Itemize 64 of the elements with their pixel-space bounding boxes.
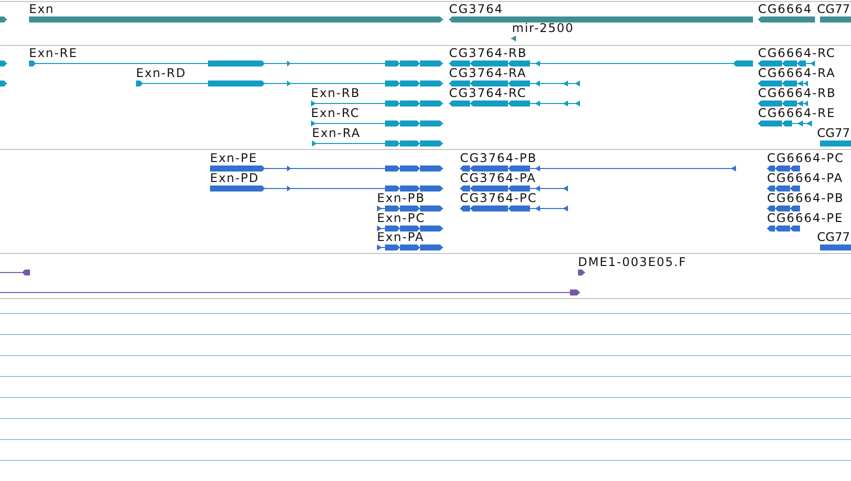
- feature-label: CG3764: [449, 2, 504, 16]
- transcript-glyph[interactable]: [758, 120, 812, 126]
- transcript-glyph[interactable]: [312, 140, 444, 146]
- feature-label: Exn-PD: [210, 171, 260, 185]
- feature-label: CG6664-PA: [767, 171, 844, 185]
- feature-label: CG77: [817, 230, 850, 244]
- transcript-glyph[interactable]: [0, 80, 8, 86]
- feature-label: CG3764-RA: [449, 66, 527, 80]
- feature-label: Exn-PE: [210, 151, 258, 165]
- feature-label: CG3764-RB: [449, 46, 528, 60]
- transcript-glyph[interactable]: [28, 60, 444, 66]
- feature-label: CG6664-PB: [767, 191, 844, 205]
- clone-glyph[interactable]: [0, 290, 580, 296]
- transcript-glyph[interactable]: [448, 80, 580, 86]
- feature-label: CG3764-PA: [460, 171, 536, 185]
- clone-glyph[interactable]: [578, 270, 586, 276]
- feature-label: Exn-RE: [29, 46, 78, 60]
- protein-glyph[interactable]: [460, 186, 568, 192]
- protein-glyph[interactable]: [766, 166, 800, 172]
- feature-label: Exn-RB: [311, 86, 360, 100]
- protein-glyph[interactable]: [460, 206, 568, 212]
- protein-glyph[interactable]: [460, 166, 736, 172]
- protein-glyph[interactable]: [766, 186, 800, 192]
- feature-label: mir-2500: [512, 21, 574, 35]
- feature-label: Exn-RD: [136, 66, 186, 80]
- feature-label: CG3764-PC: [460, 191, 538, 205]
- feature-label: CG6664-RC: [758, 46, 836, 60]
- feature-label: Exn: [29, 2, 54, 16]
- protein-glyph[interactable]: [210, 166, 444, 172]
- transcript-glyph[interactable]: [310, 100, 444, 106]
- protein-glyph[interactable]: [376, 244, 444, 250]
- protein-glyph[interactable]: [376, 206, 444, 212]
- transcript-glyph[interactable]: [758, 100, 808, 106]
- feature-label: CG3764-PB: [460, 151, 538, 165]
- transcript-glyph[interactable]: [758, 80, 808, 86]
- feature-label: CG6664-RE: [758, 106, 836, 120]
- clone-glyph[interactable]: [0, 270, 30, 276]
- transcript-glyph[interactable]: [136, 80, 444, 86]
- transcript-glyph[interactable]: [448, 60, 754, 66]
- transcript-glyph[interactable]: [0, 60, 8, 66]
- feature-label: CG6664-PE: [767, 211, 844, 225]
- feature-label: CG77: [817, 2, 850, 16]
- feature-label: CG77: [817, 126, 850, 140]
- transcript-glyph[interactable]: [448, 100, 580, 106]
- gene-glyph[interactable]: [758, 16, 816, 22]
- protein-glyph[interactable]: [376, 226, 444, 232]
- feature-label: CG6664: [758, 2, 812, 16]
- feature-label: CG6664-PC: [767, 151, 844, 165]
- protein-glyph[interactable]: [766, 206, 800, 212]
- feature-label: Exn-RA: [312, 126, 361, 140]
- feature-label: Exn-RC: [311, 106, 360, 120]
- feature-label: CG6664-RA: [758, 66, 836, 80]
- feature-label: Exn-PA: [377, 230, 424, 244]
- feature-label: CG3764-RC: [449, 86, 527, 100]
- gene-glyph[interactable]: [510, 36, 516, 42]
- gene-glyph[interactable]: [0, 16, 8, 22]
- feature-label: Exn-PC: [377, 211, 426, 225]
- transcript-glyph[interactable]: [310, 120, 444, 126]
- feature-label: CG6664-RB: [758, 86, 836, 100]
- protein-glyph[interactable]: [766, 226, 800, 232]
- feature-label: DME1-003E05.F: [578, 255, 687, 269]
- protein-glyph[interactable]: [210, 186, 444, 192]
- feature-label: Exn-PB: [377, 191, 426, 205]
- transcript-glyph[interactable]: [758, 60, 816, 66]
